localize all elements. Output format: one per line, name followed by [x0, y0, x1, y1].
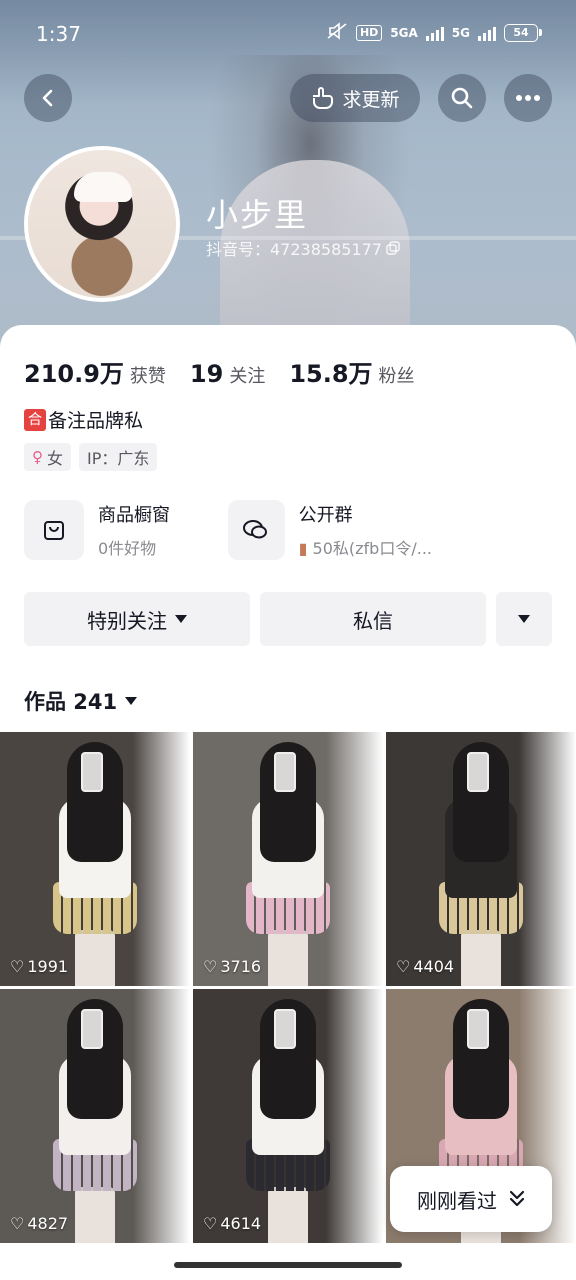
stat-label: 关注 [229, 366, 266, 387]
like-count: ♡ 4827 [10, 1214, 68, 1233]
recently-viewed-label: 刚刚看过 [417, 1188, 497, 1213]
thumbnail-figure [238, 742, 338, 986]
like-count: ♡ 4404 [396, 957, 454, 976]
profile-tags: ♀ 女 IP：广东 [24, 443, 158, 471]
home-indicator[interactable] [174, 1262, 402, 1268]
network-label-1: 5GA [390, 25, 418, 40]
feature-cards: 商品橱窗 0件好物 公开群 ▮ 50私(zfb口令/... [24, 500, 432, 560]
message-button[interactable]: 私信 [260, 592, 486, 646]
video-thumbnail[interactable]: ♡ 3716 [193, 732, 383, 986]
hd-icon: HD [355, 24, 383, 41]
profile-stats: 210.9万 获赞 19 关注 15.8万 粉丝 [24, 354, 439, 389]
dropdown-caret-icon [175, 615, 187, 623]
status-icons: HD 5GA 5G 54 [326, 22, 542, 43]
thumbnail-figure [45, 742, 145, 986]
message-label: 私信 [353, 608, 393, 633]
card-title: 公开群 [298, 505, 353, 526]
bio-text: 备注品牌私 [48, 410, 144, 432]
female-icon: ♀ [32, 448, 43, 466]
heart-icon: ♡ [203, 957, 218, 976]
shop-window-text: 商品橱窗 0件好物 [98, 501, 170, 559]
gender-tag: ♀ 女 [24, 443, 72, 471]
stat-likes[interactable]: 210.9万 获赞 [24, 354, 166, 389]
heart-icon: ♡ [10, 957, 25, 976]
back-button[interactable] [24, 74, 72, 122]
avatar-hat [74, 172, 132, 202]
heart-icon: ♡ [396, 957, 411, 976]
heart-icon: ♡ [10, 1214, 25, 1233]
more-button[interactable] [504, 74, 552, 122]
signal-icon [425, 25, 444, 41]
mute-icon [326, 22, 348, 43]
thumbnail-figure [45, 999, 145, 1243]
chevron-left-icon [42, 89, 53, 107]
chat-bubbles-icon [228, 500, 285, 560]
more-dots-icon [516, 95, 540, 101]
like-count-value: 1991 [27, 957, 69, 976]
thumbnail-figure [238, 999, 338, 1243]
special-follow-label: 特别关注 [87, 608, 167, 633]
more-actions-button[interactable] [496, 592, 552, 646]
door-icon: ▮ [298, 539, 308, 558]
like-count: ♡ 4614 [203, 1214, 261, 1233]
stat-value: 19 [189, 360, 224, 388]
ip-label: IP：广东 [87, 449, 150, 468]
gender-label: 女 [47, 449, 64, 468]
ip-tag: IP：广东 [79, 443, 158, 471]
douyin-id[interactable]: 抖音号：47238585177 [206, 236, 400, 260]
request-update-label: 求更新 [342, 88, 400, 111]
like-count: ♡ 1991 [10, 957, 68, 976]
request-update-button[interactable]: 求更新 [290, 74, 420, 122]
network-label-2: 5G [451, 25, 470, 40]
username: 小步里 [206, 196, 309, 234]
stat-label: 获赞 [129, 366, 166, 387]
like-count-value: 4614 [220, 1214, 262, 1233]
profile-actions: 特别关注 私信 [24, 592, 552, 646]
card-subtitle: ▮ 50私(zfb口令/... [299, 535, 432, 559]
public-group-card[interactable]: 公开群 ▮ 50私(zfb口令/... [228, 500, 432, 560]
stat-fans[interactable]: 15.8万 粉丝 [289, 354, 414, 389]
like-count: ♡ 3716 [203, 957, 261, 976]
recently-viewed-button[interactable]: 刚刚看过 [390, 1166, 552, 1232]
video-thumbnail[interactable]: ♡ 4404 [386, 732, 576, 986]
like-count-value: 3716 [220, 957, 262, 976]
stat-following[interactable]: 19 关注 [190, 360, 265, 388]
shop-window-card[interactable]: 商品橱窗 0件好物 [24, 500, 228, 560]
public-group-text: 公开群 ▮ 50私(zfb口令/... [299, 501, 432, 559]
bag-icon [24, 500, 84, 560]
card-subtitle: 0件好物 [98, 539, 157, 558]
works-tab[interactable]: 作品 241 [24, 686, 138, 716]
like-count-value: 4404 [413, 957, 455, 976]
bio-badge-icon: 合 [24, 408, 46, 431]
status-bar: 1:37 HD 5GA 5G 54 [0, 0, 576, 70]
thumbnail-figure [431, 742, 531, 986]
battery-level: 54 [504, 23, 538, 42]
stat-value: 210.9万 [24, 360, 124, 388]
video-thumbnail[interactable]: ♡ 4614 [193, 989, 383, 1243]
special-follow-button[interactable]: 特别关注 [24, 592, 250, 646]
search-button[interactable] [438, 74, 486, 122]
avatar[interactable] [24, 146, 180, 302]
signal-icon-2 [478, 25, 496, 41]
dropdown-caret-icon [518, 615, 530, 623]
profile-bio: 合 备注品牌私 [24, 406, 143, 433]
double-chevron-down-icon [509, 1190, 525, 1207]
stat-label: 粉丝 [378, 366, 415, 387]
status-time: 1:37 [36, 22, 81, 46]
card-title: 商品橱窗 [98, 505, 170, 526]
copy-icon[interactable] [386, 241, 400, 255]
like-count-value: 4827 [27, 1214, 69, 1233]
dropdown-caret-icon [125, 697, 138, 705]
search-icon [451, 87, 473, 109]
hand-point-icon [313, 87, 334, 109]
video-thumbnail[interactable]: ♡ 4827 [0, 989, 190, 1243]
douyin-id-text: 抖音号：47238585177 [206, 240, 382, 259]
video-thumbnail[interactable]: ♡ 1991 [0, 732, 190, 986]
works-label: 作品 241 [24, 690, 118, 714]
heart-icon: ♡ [203, 1214, 218, 1233]
battery-icon: 54 [504, 23, 542, 42]
stat-value: 15.8万 [289, 360, 373, 388]
card-subtitle-text: 50私(zfb口令/... [312, 539, 432, 558]
